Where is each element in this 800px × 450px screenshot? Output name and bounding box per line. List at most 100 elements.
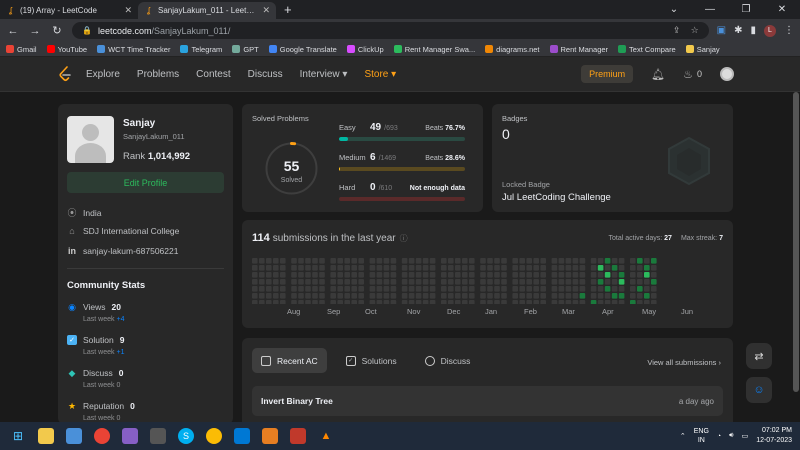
bell-icon[interactable]: 🔔︎ (651, 68, 665, 81)
vlc-icon[interactable]: ▲ (318, 428, 334, 444)
heatmap-cell (651, 258, 657, 264)
heatmap-cell (651, 300, 657, 304)
vscode-icon[interactable] (234, 428, 250, 444)
nav-store[interactable]: Store ▾ (364, 69, 396, 80)
heatmap-cell (415, 279, 422, 285)
nav-contest[interactable]: Contest (196, 69, 230, 80)
nav-problems[interactable]: Problems (137, 69, 179, 80)
heatmap-cell (319, 258, 325, 264)
heatmap-cell (501, 300, 507, 304)
browser-tab-array[interactable]: ʆ (19) Array - LeetCode ✕ (0, 2, 138, 19)
nav-interview[interactable]: Interview ▾ (300, 69, 348, 80)
heatmap-cell (390, 279, 397, 285)
bookmark-0[interactable]: Gmail (6, 45, 37, 54)
heatmap-cell (401, 293, 408, 299)
bookmark-6[interactable]: ClickUp (346, 45, 384, 54)
chevron-up-icon[interactable]: ⌃ (680, 432, 686, 440)
bookmark-4[interactable]: GPT (232, 45, 259, 54)
bookmark-star-icon[interactable]: ☆ (691, 25, 699, 36)
volume-icon[interactable]: 🔊︎ (729, 432, 733, 440)
snipping-tool-icon[interactable] (290, 428, 306, 444)
premium-button[interactable]: Premium (581, 65, 634, 83)
restore-button[interactable]: ❐ (728, 4, 764, 15)
chrome-icon-2[interactable] (206, 428, 222, 444)
clock[interactable]: 07:02 PM 12-07-2023 (756, 426, 792, 446)
calculator-icon[interactable] (150, 428, 166, 444)
sidepanel-icon[interactable]: ▮ (750, 25, 756, 36)
edit-profile-button[interactable]: Edit Profile (67, 172, 224, 193)
heatmap-cell (579, 286, 586, 292)
profile-avatar[interactable]: L (764, 24, 776, 37)
chrome-icon[interactable] (94, 428, 110, 444)
heatmap-cell (291, 300, 297, 304)
paint-icon[interactable] (262, 428, 278, 444)
heatmap-cell (291, 258, 297, 264)
heatmap-cell (252, 293, 258, 299)
bookmark-7[interactable]: Rent Manager Swa... (393, 45, 475, 54)
puzzle-icon[interactable]: ✱ (734, 25, 742, 36)
user-avatar[interactable] (720, 67, 734, 81)
heatmap-cell (376, 272, 383, 278)
bookmark-3[interactable]: Telegram (180, 45, 222, 54)
heatmap-cell (291, 265, 297, 271)
feedback-button[interactable]: ☺ (746, 377, 772, 403)
heatmap-cell (540, 300, 546, 304)
locked-badge-label: Locked Badge (502, 180, 550, 189)
windows-taskbar: ⊞ S ▲ ⌃ ENG IN ◔ 🔊︎ ▭ 07:02 PM 12-07-2023 (0, 422, 800, 450)
nav-explore[interactable]: Explore (86, 69, 120, 80)
heatmap-cell (429, 279, 436, 285)
language-indicator[interactable]: ENG IN (694, 427, 709, 445)
bookmark-9[interactable]: Rent Manager (549, 45, 608, 54)
bookmark-1[interactable]: YouTube (46, 45, 87, 54)
menu-dots-icon[interactable]: ⋮ (784, 25, 794, 36)
heatmap-cell (337, 272, 343, 278)
close-window-button[interactable]: ✕ (764, 4, 800, 15)
share-icon[interactable]: ⇪ (673, 25, 681, 36)
bookmark-8[interactable]: diagrams.net (485, 45, 540, 54)
file-explorer-icon[interactable] (38, 428, 54, 444)
view-all-submissions-link[interactable]: View all submissions › (647, 358, 721, 367)
info-icon[interactable]: ⓘ (400, 233, 408, 244)
tab-recent-ac[interactable]: Recent AC (252, 348, 327, 373)
list-item[interactable]: Invert Binary Tree a day ago (252, 386, 723, 416)
bookmark-10[interactable]: Text Compare (618, 45, 676, 54)
url-input[interactable]: 🔒 leetcode.com/SanjayLakum_011/ ⇪ ☆ (72, 22, 709, 39)
lock-icon: 🔒 (82, 26, 92, 35)
close-tab-icon[interactable]: ✕ (262, 5, 270, 16)
reload-button[interactable]: ↻ (50, 24, 64, 37)
heatmap-cell (512, 286, 518, 292)
notepad-icon[interactable] (66, 428, 82, 444)
bookmark-2[interactable]: WCT Time Tracker (97, 45, 170, 54)
heatmap-cell (305, 265, 311, 271)
close-tab-icon[interactable]: ✕ (124, 5, 132, 16)
tab-solutions[interactable]: ✓ Solutions (337, 348, 406, 373)
page-scrollbar[interactable] (792, 92, 800, 422)
heatmap-cell (618, 300, 625, 304)
tab-discuss[interactable]: Discuss (416, 348, 480, 373)
visual-studio-icon[interactable] (122, 428, 138, 444)
solved-problems-card: Solved Problems 55 Solved Easy 49/693 Beat… (242, 104, 483, 212)
forward-button[interactable]: → (28, 25, 42, 37)
heatmap-cell (330, 300, 336, 304)
chevron-down-icon[interactable]: ⌄ (656, 4, 692, 15)
heatmap-cell (312, 279, 318, 285)
skype-icon[interactable]: S (178, 428, 194, 444)
windows-start-icon[interactable]: ⊞ (10, 428, 26, 444)
linkedin-row[interactable]: in sanjay-lakum-687506221 (67, 246, 178, 256)
fire-icon[interactable]: ♨ (683, 68, 693, 81)
bookmark-11[interactable]: Sanjay (685, 45, 720, 54)
locked-badge-icon[interactable] (667, 136, 711, 186)
new-tab-button[interactable]: + (276, 2, 300, 19)
back-button[interactable]: ← (6, 25, 20, 37)
browser-tab-profile[interactable]: ʆ SanjayLakum_011 - LeetCode Pr ✕ (138, 2, 276, 19)
wifi-icon[interactable]: ◔ (717, 433, 721, 440)
bookmark-5[interactable]: Google Translate (268, 45, 337, 54)
heatmap-cell (344, 293, 350, 299)
battery-icon[interactable]: ▭ (742, 432, 749, 440)
extension-icon[interactable]: ▣ (717, 25, 726, 36)
heatmap-cell (259, 293, 265, 299)
nav-discuss[interactable]: Discuss (248, 69, 283, 80)
switch-layout-button[interactable]: ⇄ (746, 343, 772, 369)
minimize-button[interactable]: — (692, 4, 728, 15)
leetcode-logo-icon[interactable] (58, 66, 72, 82)
